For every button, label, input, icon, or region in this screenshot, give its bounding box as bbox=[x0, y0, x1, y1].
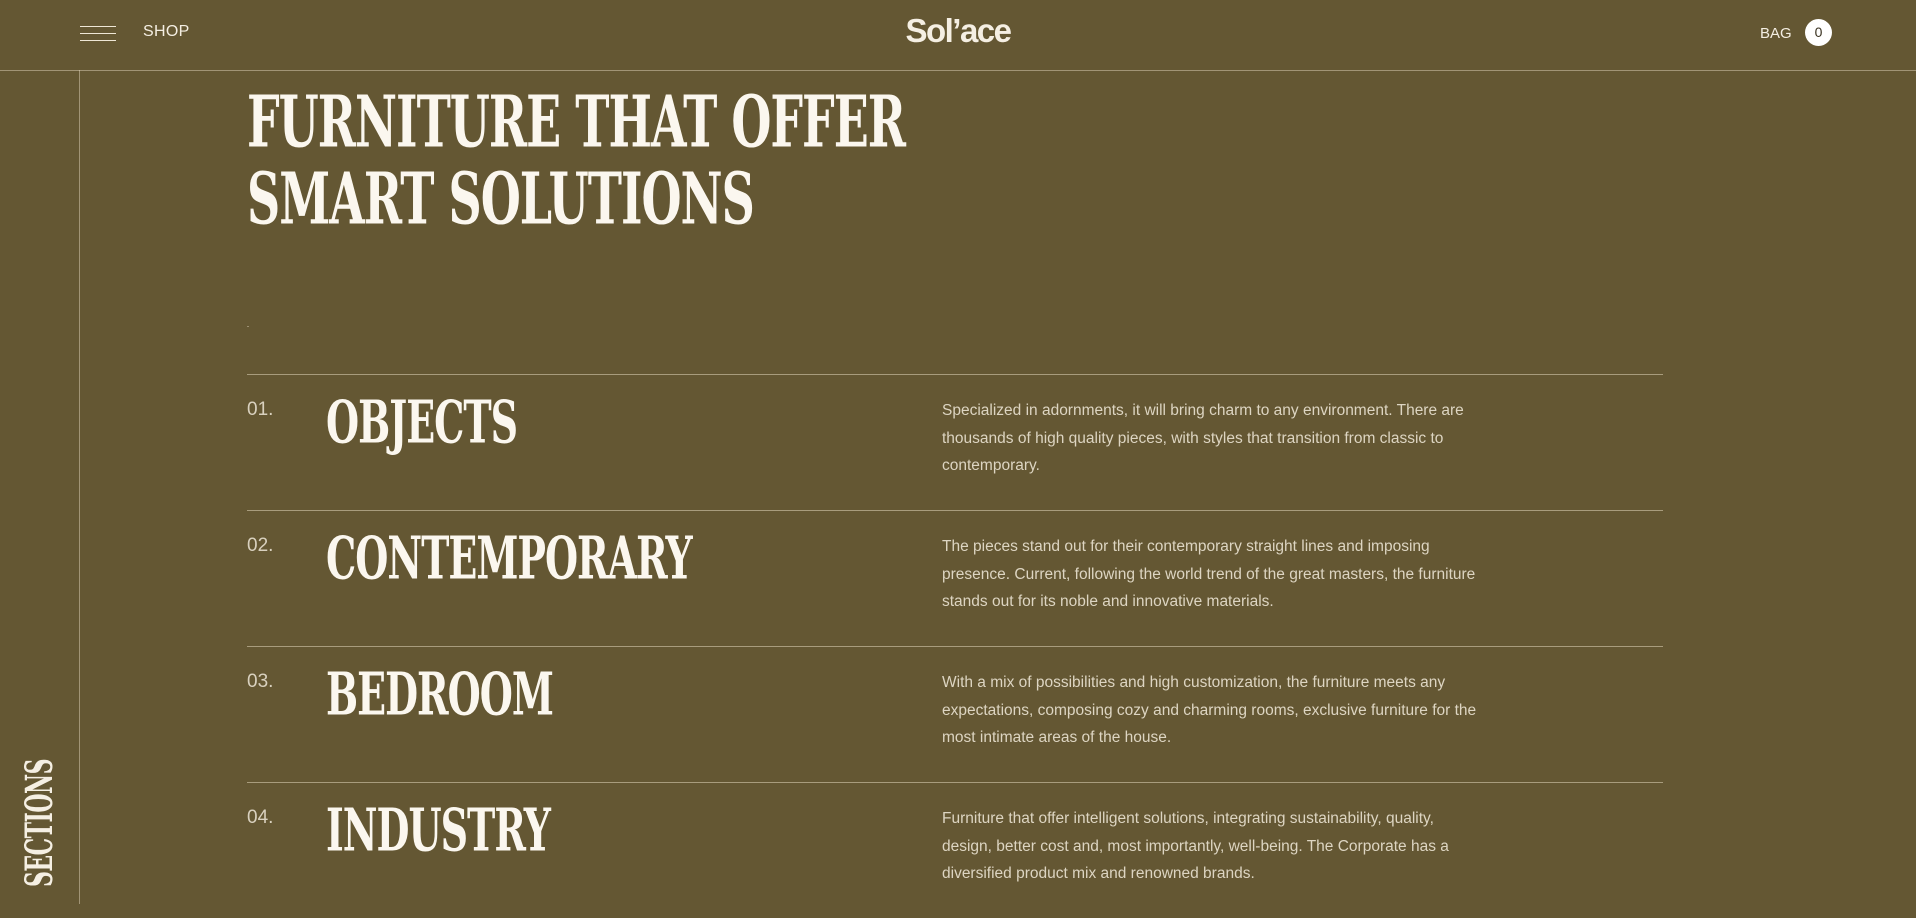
section-description: Specialized in adornments, it will bring… bbox=[942, 402, 1464, 474]
section-number: 01. bbox=[247, 399, 274, 420]
section-number: 02. bbox=[247, 535, 274, 556]
menu-icon-bar bbox=[80, 40, 116, 41]
decorative-dot bbox=[247, 326, 249, 327]
hero-heading: FURNITURE THAT OFFER SMART SOLUTIONS bbox=[247, 86, 1147, 240]
section-title[interactable]: INDUSTRY bbox=[326, 800, 551, 860]
site-header: SHOP Sol’ace BAG 0 bbox=[0, 0, 1916, 71]
section-title[interactable]: CONTEMPORARY bbox=[326, 528, 693, 588]
shop-link[interactable]: SHOP bbox=[143, 23, 190, 41]
sections-label-container: SECTIONS bbox=[17, 759, 63, 887]
section-row-industry[interactable]: 04. INDUSTRY Furniture that offer intell… bbox=[247, 782, 1663, 918]
section-row-objects[interactable]: 01. OBJECTS Specialized in adornments, i… bbox=[247, 374, 1663, 510]
menu-icon-bar bbox=[80, 26, 116, 27]
bag-count-badge[interactable]: 0 bbox=[1805, 19, 1832, 46]
section-description: Furniture that offer intelligent solutio… bbox=[942, 810, 1449, 882]
left-rail-divider bbox=[79, 70, 80, 904]
section-number: 04. bbox=[247, 807, 274, 828]
sections-vertical-label: SECTIONS bbox=[17, 759, 63, 887]
sections-list: 01. OBJECTS Specialized in adornments, i… bbox=[247, 374, 1663, 918]
section-title[interactable]: BEDROOM bbox=[326, 664, 554, 724]
section-row-bedroom[interactable]: 03. BEDROOM With a mix of possibilities … bbox=[247, 646, 1663, 782]
hero-title-line-2: SMART SOLUTIONS bbox=[247, 156, 755, 241]
section-row-contemporary[interactable]: 02. CONTEMPORARY The pieces stand out fo… bbox=[247, 510, 1663, 646]
brand-logo-container: Sol’ace bbox=[0, 12, 1916, 50]
bag-link[interactable]: BAG bbox=[1760, 25, 1792, 42]
hamburger-menu-icon[interactable] bbox=[80, 26, 116, 42]
brand-logo[interactable]: Sol’ace bbox=[905, 12, 1012, 49]
section-description: The pieces stand out for their contempor… bbox=[942, 538, 1476, 610]
menu-icon-bar bbox=[80, 33, 116, 34]
section-title[interactable]: OBJECTS bbox=[326, 392, 518, 452]
section-number: 03. bbox=[247, 671, 274, 692]
section-description: With a mix of possibilities and high cus… bbox=[942, 674, 1477, 746]
